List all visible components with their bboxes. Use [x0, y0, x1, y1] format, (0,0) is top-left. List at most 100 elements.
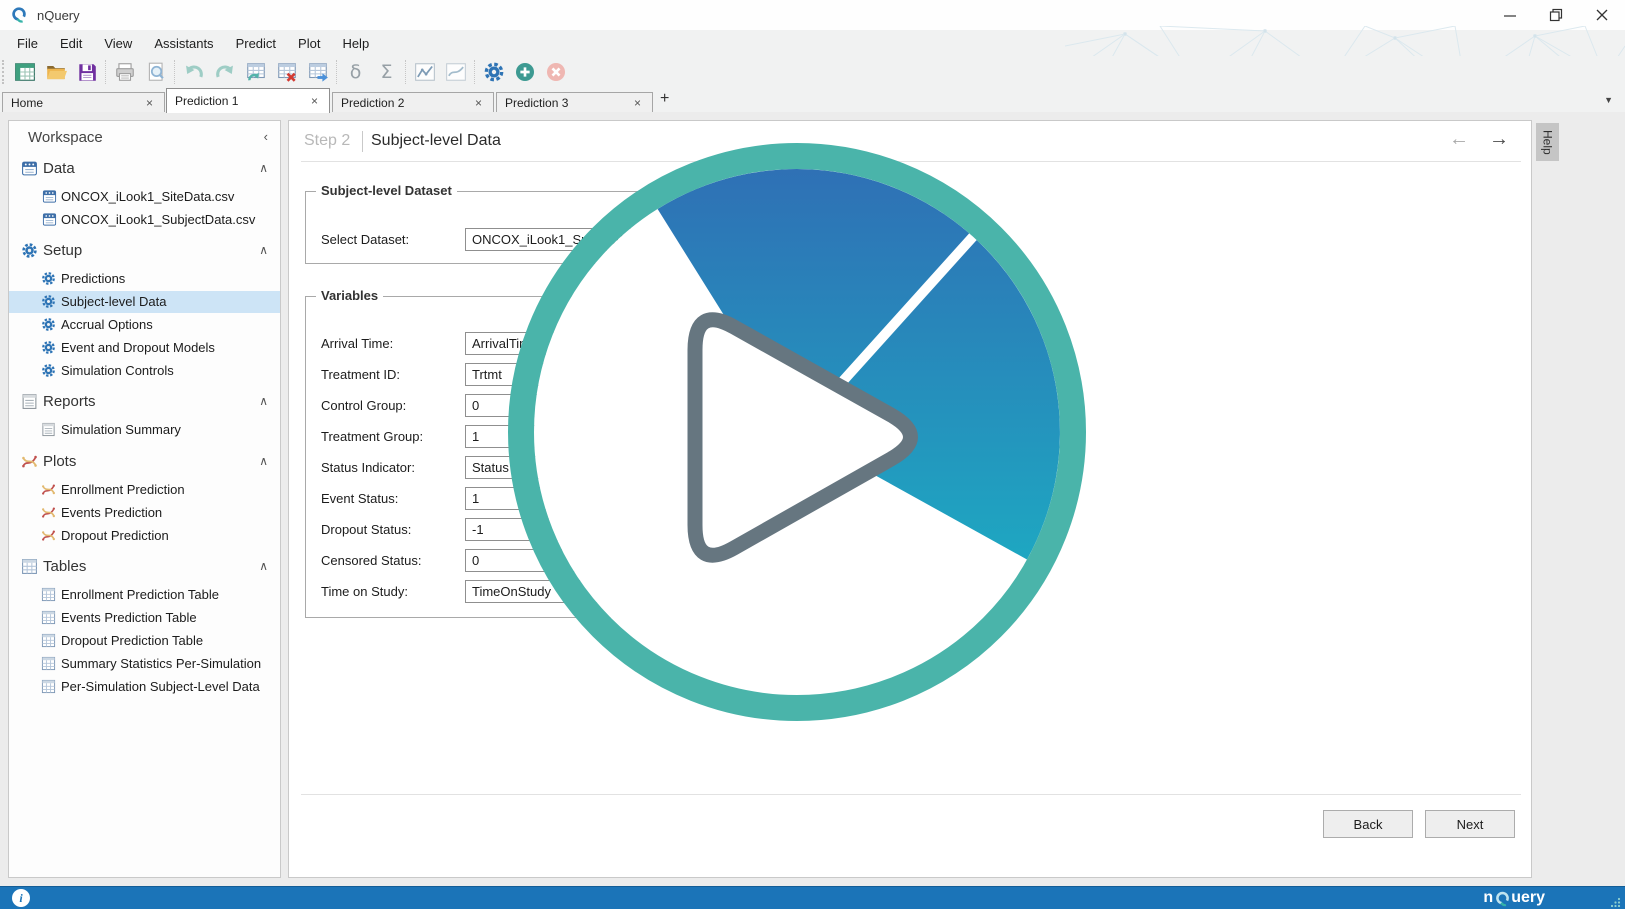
sidebar-item-subjectdata-csv[interactable]: ONCOX_iLook1_SubjectData.csv	[9, 209, 280, 231]
select-dataset-label: Select Dataset:	[321, 232, 409, 247]
back-button[interactable]: Back	[1323, 810, 1413, 838]
menu-assistants[interactable]: Assistants	[143, 32, 224, 55]
sidebar-section-tables[interactable]: Tables ∧	[9, 555, 280, 579]
footer-divider	[301, 794, 1521, 795]
chevron-up-icon[interactable]: ∧	[259, 394, 268, 408]
print-preview-button[interactable]	[140, 59, 171, 85]
tab-home[interactable]: Home ×	[2, 92, 165, 113]
sidebar-item-dropout-prediction-table[interactable]: Dropout Prediction Table	[9, 630, 280, 652]
help-side-tab[interactable]: Help	[1536, 123, 1559, 161]
sidebar-section-setup[interactable]: Setup ∧	[9, 239, 280, 263]
sidebar-section-data[interactable]: Data ∧	[9, 157, 280, 181]
menu-help[interactable]: Help	[331, 32, 380, 55]
gear-icon	[41, 294, 56, 309]
save-button[interactable]	[71, 59, 102, 85]
sidebar-item-enrollment-prediction-table[interactable]: Enrollment Prediction Table	[9, 584, 280, 606]
sidebar-item-predictions[interactable]: Predictions	[9, 268, 280, 290]
toolbar-grip[interactable]	[2, 60, 6, 84]
tab-prediction-3[interactable]: Prediction 3 ×	[496, 92, 653, 113]
sidebar-item-subject-level-data[interactable]: Subject-level Data	[9, 291, 280, 313]
table-icon	[41, 656, 56, 671]
tab-close-icon[interactable]: ×	[143, 96, 156, 110]
revert-data-table-button[interactable]	[240, 59, 271, 85]
collapse-sidebar-icon[interactable]: ‹	[264, 129, 268, 144]
group-legend: Subject-level Dataset	[316, 183, 457, 198]
table-icon	[41, 633, 56, 648]
sidebar-item-summary-statistics-per-simulation[interactable]: Summary Statistics Per-Simulation	[9, 653, 280, 675]
sidebar-section-reports[interactable]: Reports ∧	[9, 390, 280, 414]
remove-circle-button[interactable]	[540, 59, 571, 85]
delta-button[interactable]: δ	[340, 59, 371, 85]
sidebar-item-event-and-dropout-models[interactable]: Event and Dropout Models	[9, 337, 280, 359]
chevron-up-icon[interactable]: ∧	[259, 559, 268, 573]
next-button[interactable]: Next	[1425, 810, 1515, 838]
chevron-up-icon[interactable]: ∧	[259, 161, 268, 175]
open-file-button[interactable]	[40, 59, 71, 85]
plot-icon	[41, 528, 56, 543]
sidebar-item-sitedata-csv[interactable]: ONCOX_iLook1_SiteData.csv	[9, 186, 280, 208]
sidebar-section-plots[interactable]: Plots ∧	[9, 450, 280, 474]
sidebar-item-events-prediction[interactable]: Events Prediction	[9, 502, 280, 524]
redo-button[interactable]	[209, 59, 240, 85]
arrival-time-label: Arrival Time:	[321, 336, 393, 351]
gear-icon	[41, 340, 56, 355]
menu-file[interactable]: File	[6, 32, 49, 55]
sidebar-item-events-prediction-table[interactable]: Events Prediction Table	[9, 607, 280, 629]
new-data-table-button[interactable]	[9, 59, 40, 85]
workspace-title: Workspace	[28, 129, 103, 146]
tab-prediction-1[interactable]: Prediction 1 ×	[166, 88, 330, 113]
sidebar-item-per-simulation-subject-level-data[interactable]: Per-Simulation Subject-Level Data	[9, 676, 280, 698]
menu-view[interactable]: View	[93, 32, 143, 55]
resize-grip[interactable]	[1611, 897, 1621, 907]
tab-close-icon[interactable]: ×	[308, 94, 321, 108]
time-on-study-label: Time on Study:	[321, 584, 408, 599]
delete-data-table-button[interactable]	[271, 59, 302, 85]
export-data-table-button[interactable]	[302, 59, 333, 85]
plot-icon	[41, 505, 56, 520]
tab-overflow-icon[interactable]: ▼	[1604, 95, 1613, 105]
new-tab-button[interactable]: +	[660, 90, 669, 108]
step-label: Step 2	[304, 132, 350, 150]
tab-close-icon[interactable]: ×	[472, 96, 485, 110]
status-bar: i n uery	[0, 886, 1625, 909]
sidebar-item-enrollment-prediction[interactable]: Enrollment Prediction	[9, 479, 280, 501]
menu-predict[interactable]: Predict	[225, 32, 287, 55]
gear-icon	[41, 271, 56, 286]
tab-close-icon[interactable]: ×	[631, 96, 644, 110]
chevron-up-icon[interactable]: ∧	[259, 454, 268, 468]
csv-icon	[21, 160, 38, 177]
table-icon	[41, 610, 56, 625]
info-icon[interactable]: i	[12, 889, 30, 907]
nquery-brand: n uery	[1483, 888, 1545, 908]
plot-button[interactable]	[409, 59, 440, 85]
report-icon	[41, 422, 56, 437]
sidebar-item-simulation-summary[interactable]: Simulation Summary	[9, 419, 280, 441]
dropout-status-label: Dropout Status:	[321, 522, 411, 537]
report-icon	[21, 393, 38, 410]
navigate-back-icon[interactable]: ←	[1449, 128, 1469, 151]
status-indicator-label: Status Indicator:	[321, 460, 415, 475]
undo-button[interactable]	[178, 59, 209, 85]
chevron-up-icon[interactable]: ∧	[259, 243, 268, 257]
table-icon	[41, 679, 56, 694]
navigate-forward-icon[interactable]: →	[1489, 128, 1509, 151]
add-circle-button[interactable]	[509, 59, 540, 85]
menu-edit[interactable]: Edit	[49, 32, 93, 55]
sidebar-item-dropout-prediction[interactable]: Dropout Prediction	[9, 525, 280, 547]
settings-gear-button[interactable]	[478, 59, 509, 85]
table-icon	[21, 558, 38, 575]
sidebar-item-accrual-options[interactable]: Accrual Options	[9, 314, 280, 336]
treatment-id-label: Treatment ID:	[321, 367, 400, 382]
nquery-logo-icon	[10, 6, 28, 24]
sigma-button[interactable]: Σ	[371, 59, 402, 85]
menu-plot[interactable]: Plot	[287, 32, 331, 55]
plot-alt-button[interactable]	[440, 59, 471, 85]
sidebar-item-simulation-controls[interactable]: Simulation Controls	[9, 360, 280, 382]
print-button[interactable]	[109, 59, 140, 85]
tab-bar: Home × Prediction 1 × Prediction 2 × Pre…	[0, 88, 1625, 112]
gear-icon	[41, 317, 56, 332]
plot-icon	[41, 482, 56, 497]
tab-prediction-2[interactable]: Prediction 2 ×	[332, 92, 494, 113]
video-play-overlay[interactable]	[498, 136, 1098, 726]
csv-icon	[42, 189, 57, 204]
